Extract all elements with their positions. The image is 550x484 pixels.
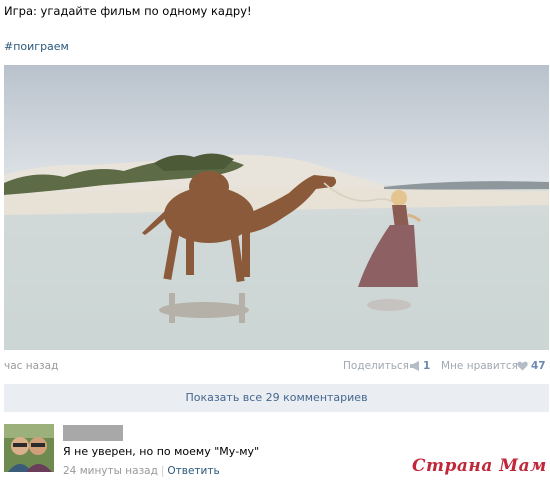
share-count: 1 bbox=[423, 360, 431, 372]
heart-icon[interactable] bbox=[517, 361, 528, 371]
separator: | bbox=[160, 465, 165, 477]
comment-text: Я не уверен, но по моему "Му-му" bbox=[63, 445, 260, 458]
comment-time[interactable]: 24 минуты назад bbox=[63, 465, 158, 477]
share-button[interactable]: Поделиться bbox=[343, 360, 409, 372]
watermark-logo: Страна Мам bbox=[412, 456, 547, 476]
post-meta-row: час назад Поделиться 1 Мне нравится 47 bbox=[0, 356, 550, 376]
like-button[interactable]: Мне нравится bbox=[441, 360, 518, 372]
reply-link[interactable]: Ответить bbox=[167, 465, 219, 477]
post-photo[interactable] bbox=[4, 65, 549, 350]
hashtag-link[interactable]: #поиграем bbox=[4, 40, 69, 53]
show-all-comments-button[interactable]: Показать все 29 комментариев bbox=[4, 384, 549, 412]
post-time[interactable]: час назад bbox=[4, 360, 58, 372]
avatar[interactable] bbox=[4, 424, 54, 472]
comment-meta: 24 минуты назад | Ответить bbox=[63, 465, 220, 477]
commenter-name-redacted bbox=[63, 425, 123, 441]
post-text: Игра: угадайте фильм по одному кадру! bbox=[4, 4, 252, 18]
megaphone-icon[interactable] bbox=[409, 361, 421, 371]
like-count: 47 bbox=[531, 360, 546, 372]
